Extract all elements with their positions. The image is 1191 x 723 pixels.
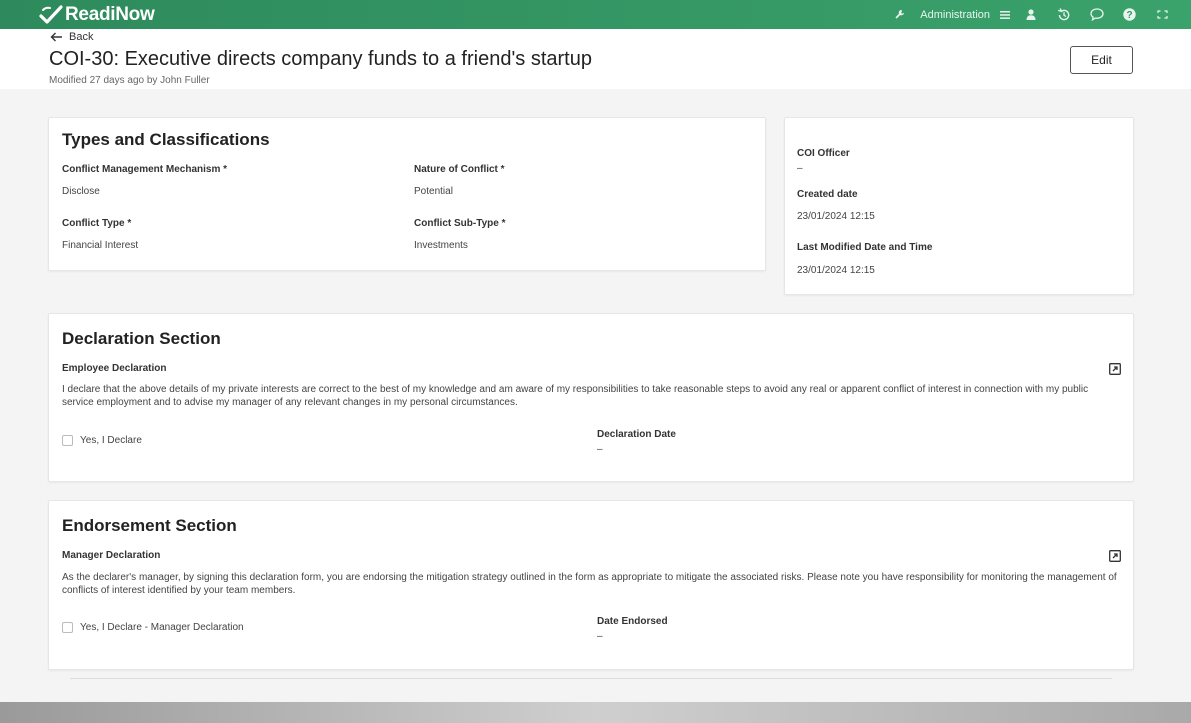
popout-icon[interactable] bbox=[1109, 363, 1121, 375]
svg-text:?: ? bbox=[1126, 10, 1132, 21]
history-icon[interactable] bbox=[1047, 0, 1080, 29]
brand-name: ReadiNow bbox=[65, 3, 155, 25]
hamburger-menu-icon[interactable] bbox=[996, 0, 1014, 29]
types-classifications-card: Types and Classifications Conflict Manag… bbox=[48, 117, 766, 271]
checkbox-label: Yes, I Declare bbox=[80, 435, 142, 446]
section-heading: Types and Classifications bbox=[62, 130, 270, 149]
checkbox[interactable] bbox=[62, 435, 73, 446]
employee-declaration-text: I declare that the above details of my p… bbox=[62, 384, 1089, 408]
field-value-nature-of-conflict: Potential bbox=[414, 186, 453, 197]
checkmark-logo-icon bbox=[39, 4, 63, 24]
modified-info: Modified 27 days ago by John Fuller bbox=[49, 75, 210, 86]
expand-icon[interactable] bbox=[1146, 0, 1179, 29]
arrow-left-icon bbox=[50, 32, 62, 42]
field-value-management-mechanism: Disclose bbox=[62, 186, 100, 197]
administration-link[interactable]: Administration bbox=[920, 9, 990, 21]
field-value-coi-officer: – bbox=[797, 163, 803, 174]
field-label-nature-of-conflict: Nature of Conflict * bbox=[414, 164, 505, 175]
page-title: COI-30: Executive directs company funds … bbox=[49, 48, 592, 70]
yes-i-declare-checkbox[interactable]: Yes, I Declare bbox=[62, 435, 142, 446]
back-label: Back bbox=[69, 31, 94, 43]
field-label-last-modified: Last Modified Date and Time bbox=[797, 242, 933, 253]
field-value-created-date: 23/01/2024 12:15 bbox=[797, 211, 875, 222]
user-icon[interactable] bbox=[1014, 0, 1047, 29]
top-navigation-bar: ReadiNow Administration ? bbox=[0, 0, 1191, 29]
section-heading: Endorsement Section bbox=[62, 516, 237, 535]
wrench-icon[interactable] bbox=[883, 0, 916, 29]
checkbox-label: Yes, I Declare - Manager Declaration bbox=[80, 622, 244, 633]
field-label-created-date: Created date bbox=[797, 189, 858, 200]
field-label-management-mechanism: Conflict Management Mechanism * bbox=[62, 164, 228, 175]
employee-declaration-label: Employee Declaration bbox=[62, 363, 167, 374]
checkbox[interactable] bbox=[62, 622, 73, 633]
date-endorsed-value: – bbox=[597, 631, 603, 642]
back-button[interactable]: Back bbox=[50, 31, 93, 43]
section-heading: Declaration Section bbox=[62, 329, 221, 348]
field-label-coi-officer: COI Officer bbox=[797, 148, 850, 159]
manager-declaration-label: Manager Declaration bbox=[62, 550, 161, 561]
declaration-date-label: Declaration Date bbox=[597, 429, 676, 440]
endorsement-section-card: Endorsement Section Manager Declaration … bbox=[48, 500, 1134, 670]
field-value-conflict-type: Financial Interest bbox=[62, 240, 139, 251]
chat-icon[interactable] bbox=[1080, 0, 1113, 29]
declaration-section-card: Declaration Section Employee Declaration… bbox=[48, 313, 1134, 482]
footer-divider bbox=[70, 678, 1112, 679]
field-value-last-modified: 23/01/2024 12:15 bbox=[797, 265, 875, 276]
manager-declaration-text: As the declarer's manager, by signing th… bbox=[62, 572, 1117, 596]
help-icon[interactable]: ? bbox=[1113, 0, 1146, 29]
popout-icon[interactable] bbox=[1109, 550, 1121, 562]
yes-i-declare-manager-checkbox[interactable]: Yes, I Declare - Manager Declaration bbox=[62, 622, 244, 633]
footer-bar bbox=[0, 702, 1191, 723]
field-label-conflict-type: Conflict Type * bbox=[62, 218, 132, 229]
record-info-card: COI Officer – Created date 23/01/2024 12… bbox=[784, 117, 1134, 295]
date-endorsed-label: Date Endorsed bbox=[597, 616, 668, 627]
field-label-conflict-sub-type: Conflict Sub-Type * bbox=[414, 218, 506, 229]
field-value-conflict-sub-type: Investments bbox=[414, 240, 468, 251]
declaration-date-value: – bbox=[597, 444, 603, 455]
edit-button[interactable]: Edit bbox=[1070, 46, 1133, 74]
readinow-logo[interactable]: ReadiNow bbox=[38, 3, 155, 26]
record-header: Back COI-30: Executive directs company f… bbox=[0, 29, 1191, 89]
